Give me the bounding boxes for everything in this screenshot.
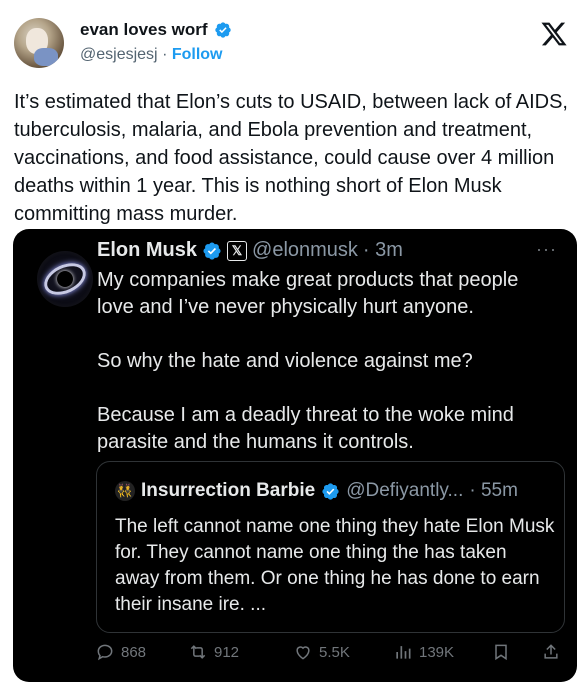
nested-timestamp[interactable]: · 55m bbox=[469, 480, 518, 502]
nested-header: 👯 Insurrection Barbie @Defiyantly... · 5… bbox=[115, 480, 518, 502]
nested-quoted-text: The left cannot name one thing they hate… bbox=[115, 516, 555, 615]
author-handle-row: @esjesjesj · Follow bbox=[80, 46, 223, 64]
quoted-author-handle[interactable]: @elonmusk bbox=[252, 239, 358, 262]
quoted-header: Elon Musk 𝕏 @elonmusk · 3m bbox=[97, 239, 403, 262]
x-logo-icon[interactable] bbox=[540, 20, 568, 48]
action-bar: 868 912 5.5K 139K bbox=[13, 642, 577, 672]
follow-button[interactable]: Follow bbox=[172, 46, 223, 63]
share-icon bbox=[544, 644, 558, 659]
nested-quoted-tweet-card[interactable]: 👯 Insurrection Barbie @Defiyantly... · 5… bbox=[96, 461, 565, 633]
repost-button[interactable]: 912 bbox=[188, 642, 239, 662]
bookmark-button[interactable] bbox=[491, 642, 511, 662]
reply-icon bbox=[97, 644, 113, 661]
like-button[interactable]: 5.5K bbox=[293, 642, 350, 662]
author-name[interactable]: evan loves worf bbox=[80, 20, 208, 40]
quoted-text: My companies make great products that pe… bbox=[97, 269, 519, 453]
quoted-tweet-card[interactable]: Elon Musk 𝕏 @elonmusk · 3m ··· My compan… bbox=[13, 229, 577, 682]
author-name-row: evan loves worf bbox=[80, 20, 232, 40]
tweet-text: It’s estimated that Elon’s cuts to USAID… bbox=[14, 91, 568, 225]
views-count: 139K bbox=[419, 643, 455, 661]
avatar-body bbox=[34, 48, 58, 66]
like-count: 5.5K bbox=[319, 643, 350, 661]
nested-author-name[interactable]: Insurrection Barbie bbox=[141, 480, 315, 502]
views-icon bbox=[396, 646, 411, 659]
verified-icon bbox=[203, 241, 221, 260]
tweet-embed: evan loves worf @esjesjesj · Follow It’s… bbox=[0, 0, 582, 694]
handle-separator: · bbox=[162, 46, 168, 63]
more-options-icon[interactable]: ··· bbox=[536, 239, 557, 260]
reply-count: 868 bbox=[121, 643, 147, 661]
views-button[interactable]: 139K bbox=[393, 642, 454, 662]
author-avatar[interactable] bbox=[14, 18, 64, 68]
reply-button[interactable]: 868 bbox=[95, 642, 146, 662]
x-affiliate-badge-icon: 𝕏 bbox=[227, 240, 248, 261]
nested-author-handle[interactable]: @Defiyantly... bbox=[346, 480, 463, 502]
like-icon bbox=[296, 646, 310, 660]
repost-icon bbox=[190, 645, 206, 659]
nested-author-avatar[interactable]: 👯 bbox=[115, 481, 135, 501]
verified-icon bbox=[214, 22, 231, 38]
author-handle[interactable]: @esjesjesj bbox=[80, 46, 158, 63]
quoted-timestamp[interactable]: · 3m bbox=[363, 239, 403, 262]
bookmark-icon bbox=[495, 644, 507, 661]
verified-icon bbox=[322, 482, 339, 500]
repost-count: 912 bbox=[214, 643, 240, 661]
quoted-author-avatar[interactable] bbox=[37, 251, 93, 307]
quoted-author-name[interactable]: Elon Musk bbox=[97, 239, 197, 262]
avatar-core bbox=[57, 271, 73, 287]
share-button[interactable] bbox=[541, 642, 561, 662]
